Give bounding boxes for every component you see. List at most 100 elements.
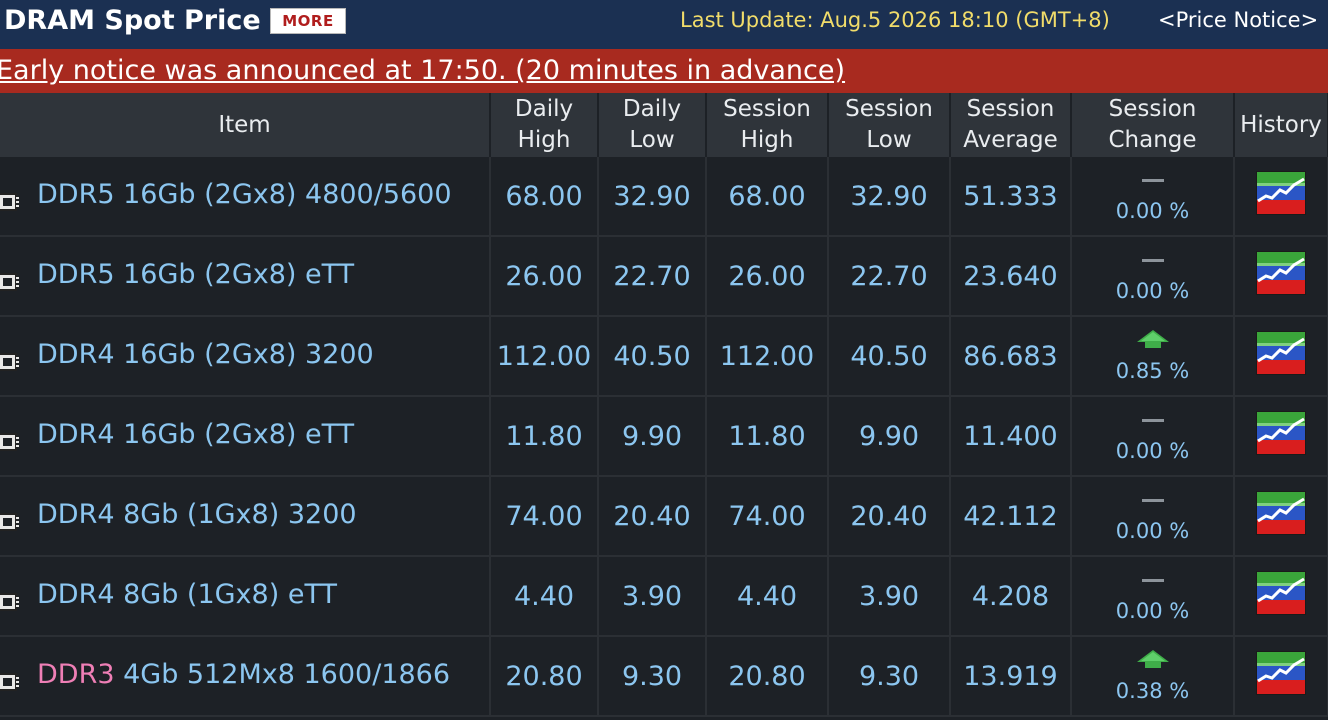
item-prefix: DDR3 [37, 658, 115, 690]
daily-high-cell: 11.80 [490, 396, 599, 477]
session-change-cell: 0.85 % [1071, 316, 1235, 397]
item-link[interactable]: DDR3 4Gb 512Mx8 1600/1866 [37, 659, 450, 690]
history-cell [1234, 396, 1328, 477]
item-cell: DDR5 16Gb (2Gx8) eTT [0, 236, 491, 317]
session-high-cell: 112.00 [706, 316, 829, 397]
session-average-cell: 86.683 [950, 316, 1072, 397]
item-cell: DDR4 16Gb (2Gx8) eTT [0, 396, 491, 477]
session-change-cell: 0.38 % [1071, 636, 1235, 717]
header-label: Low [629, 127, 675, 153]
table-body: DDR5 16Gb (2Gx8) 4800/5600 68.00 32.90 68.0… [0, 157, 1328, 717]
table-row: DDR4 8Gb (1Gx8) 3200 74.00 20.40 74.00 20.40… [0, 476, 1328, 557]
item-label: 4Gb 512Mx8 1600/1866 [114, 658, 451, 690]
header-label: Daily [622, 96, 682, 122]
header-label: Low [866, 127, 912, 153]
flat-dash-icon [1141, 258, 1164, 262]
daily-low-cell: 9.30 [598, 636, 707, 717]
chip-icon [0, 508, 19, 531]
daily-low-cell: 9.90 [598, 396, 707, 477]
price-table: Item Daily High Daily Low Session High Session L… [0, 93, 1328, 717]
header-label: Average [963, 127, 1058, 153]
item-cell: DDR3 4Gb 512Mx8 1600/1866 [0, 636, 491, 717]
history-chart-icon[interactable] [1235, 570, 1326, 622]
session-change-cell: 0.00 % [1071, 476, 1235, 557]
history-cell [1234, 556, 1328, 637]
col-session-low-header: Session Low [828, 93, 951, 157]
history-chart-icon[interactable] [1235, 410, 1326, 462]
item-link[interactable]: DDR4 16Gb (2Gx8) eTT [37, 419, 354, 450]
change-value: 0.00 % [1115, 199, 1190, 223]
chip-icon [0, 268, 19, 291]
col-session-change-header: Session Change [1071, 93, 1235, 157]
history-chart-icon[interactable] [1235, 330, 1326, 382]
up-arrow-icon [1136, 325, 1170, 356]
header-label: History [1240, 111, 1322, 138]
history-chart-icon[interactable] [1235, 170, 1326, 222]
session-high-cell: 68.00 [706, 157, 829, 237]
change-value: 0.85 % [1115, 359, 1190, 383]
notice-bar: Early notice was announced at 17:50. (20… [0, 49, 1328, 93]
table-row: DDR3 4Gb 512Mx8 1600/1866 20.80 9.30 20.80 9… [0, 636, 1328, 717]
session-low-cell: 9.90 [828, 396, 951, 477]
col-daily-high-header: Daily High [490, 93, 599, 157]
daily-low-cell: 20.40 [598, 476, 707, 557]
history-chart-icon[interactable] [1235, 650, 1326, 702]
daily-low-cell: 32.90 [598, 157, 707, 237]
col-item-header: Item [0, 93, 491, 157]
page-title: DRAM Spot Price [4, 5, 261, 36]
item-cell: DDR5 16Gb (2Gx8) 4800/5600 [0, 157, 491, 237]
price-notice-link[interactable]: <Price Notice> [1158, 6, 1318, 34]
history-cell [1234, 157, 1328, 237]
history-chart-icon[interactable] [1235, 250, 1326, 302]
table-row: DDR4 16Gb (2Gx8) eTT 11.80 9.90 11.80 9.90 11… [0, 396, 1328, 477]
table-row: DDR4 8Gb (1Gx8) eTT 4.40 3.90 4.40 3.90 4.208… [0, 556, 1328, 637]
table-header-row: Item Daily High Daily Low Session High Session L… [0, 93, 1328, 157]
chip-icon [0, 428, 19, 451]
header-bar: DRAM Spot Price MORE Last Update: Aug.5 … [0, 0, 1328, 50]
daily-low-cell: 22.70 [598, 236, 707, 317]
item-link[interactable]: DDR5 16Gb (2Gx8) eTT [37, 259, 354, 290]
session-low-cell: 20.40 [828, 476, 951, 557]
item-link[interactable]: DDR4 8Gb (1Gx8) 3200 [37, 499, 357, 530]
flat-dash-icon [1141, 498, 1164, 502]
session-average-cell: 51.333 [950, 157, 1072, 237]
flat-dash-icon [1141, 578, 1164, 582]
item-link[interactable]: DDR4 8Gb (1Gx8) eTT [37, 579, 337, 610]
history-chart-icon[interactable] [1235, 490, 1326, 542]
col-session-high-header: Session High [706, 93, 829, 157]
chip-icon [0, 348, 19, 371]
item-label: DDR4 8Gb (1Gx8) 3200 [37, 498, 357, 530]
item-label: DDR4 16Gb (2Gx8) 3200 [37, 338, 374, 370]
session-average-cell: 13.919 [950, 636, 1072, 717]
change-value: 0.00 % [1115, 439, 1190, 463]
session-average-cell: 11.400 [950, 396, 1072, 477]
header-label: High [740, 127, 794, 153]
session-high-cell: 26.00 [706, 236, 829, 317]
header-label: Item [218, 111, 271, 138]
header-label: High [517, 127, 571, 153]
chip-icon [0, 588, 19, 611]
daily-low-cell: 3.90 [598, 556, 707, 637]
last-update-text: Last Update: Aug.5 2026 18:10 (GMT+8) [680, 8, 1110, 32]
flat-dash-icon [1141, 418, 1164, 422]
daily-low-cell: 40.50 [598, 316, 707, 397]
daily-high-cell: 20.80 [490, 636, 599, 717]
chip-icon [0, 668, 19, 691]
early-notice-link[interactable]: Early notice was announced at 17:50. (20… [0, 54, 845, 88]
session-average-cell: 42.112 [950, 476, 1072, 557]
item-link[interactable]: DDR4 16Gb (2Gx8) 3200 [37, 339, 374, 370]
item-link[interactable]: DDR5 16Gb (2Gx8) 4800/5600 [37, 179, 452, 210]
history-cell [1234, 316, 1328, 397]
session-high-cell: 20.80 [706, 636, 829, 717]
session-low-cell: 32.90 [828, 157, 951, 237]
change-value: 0.00 % [1115, 599, 1190, 623]
item-cell: DDR4 8Gb (1Gx8) 3200 [0, 476, 491, 557]
header-label: Session [845, 96, 933, 122]
table-row: DDR5 16Gb (2Gx8) 4800/5600 68.00 32.90 68.0… [0, 157, 1328, 237]
session-low-cell: 3.90 [828, 556, 951, 637]
table-row: DDR5 16Gb (2Gx8) eTT 26.00 22.70 26.00 22.70… [0, 236, 1328, 317]
session-low-cell: 40.50 [828, 316, 951, 397]
more-button[interactable]: MORE [270, 8, 346, 34]
daily-high-cell: 26.00 [490, 236, 599, 317]
daily-high-cell: 74.00 [490, 476, 599, 557]
